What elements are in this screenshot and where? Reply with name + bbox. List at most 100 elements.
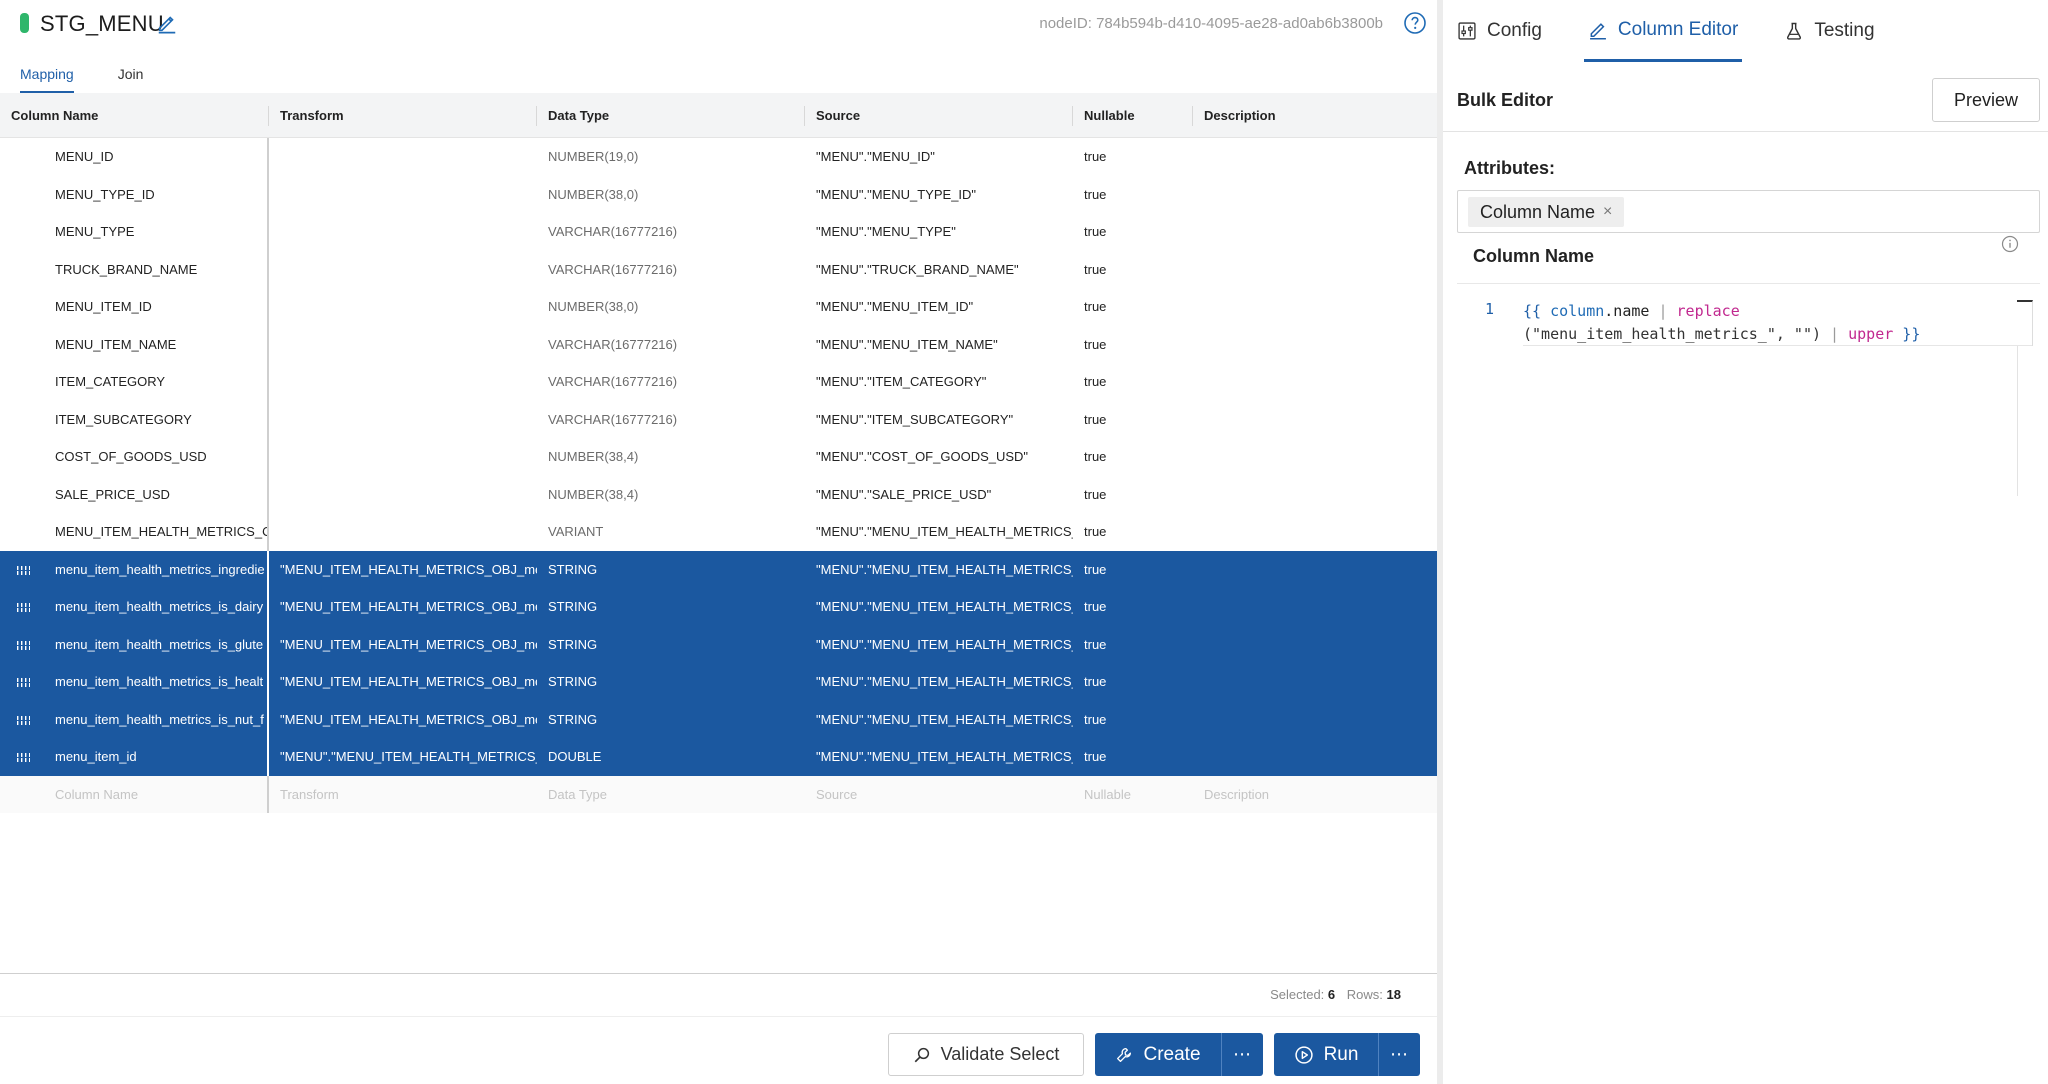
description-cell[interactable] (1193, 326, 1437, 364)
nullable-cell[interactable]: true (1073, 251, 1193, 289)
edit-pencil-icon[interactable] (156, 12, 178, 34)
nullable-cell[interactable]: true (1073, 738, 1193, 776)
drag-handle-icon[interactable] (17, 753, 30, 762)
transform-cell[interactable]: "MENU"."MENU_ITEM_HEALTH_METRICS_C (269, 738, 537, 776)
drag-handle-icon[interactable] (17, 715, 30, 725)
new-column-transform-input[interactable]: Transform (269, 776, 537, 814)
column-name-cell[interactable]: menu_item_health_metrics_is_dairy (0, 588, 269, 626)
description-cell[interactable] (1193, 138, 1437, 176)
table-row[interactable]: MENU_ID NUMBER(19,0) "MENU"."MENU_ID" true (0, 138, 1437, 176)
data-type-cell[interactable]: NUMBER(38,0) (537, 288, 805, 326)
description-cell[interactable] (1193, 663, 1437, 701)
table-row[interactable]: ITEM_CATEGORY VARCHAR(16777216) "MENU"."IT… (0, 363, 1437, 401)
description-cell[interactable] (1193, 288, 1437, 326)
header-data-type[interactable]: Data Type (537, 93, 805, 137)
table-row[interactable]: MENU_TYPE_ID NUMBER(38,0) "MENU"."MENU_TYP… (0, 175, 1437, 214)
nullable-cell[interactable]: true (1073, 588, 1193, 626)
column-name-cell[interactable]: TRUCK_BRAND_NAME (0, 250, 269, 288)
table-row[interactable]: ITEM_SUBCATEGORY VARCHAR(16777216) "MENU".… (0, 400, 1437, 439)
transform-cell[interactable] (269, 176, 537, 214)
drag-handle-icon[interactable] (17, 565, 30, 575)
column-name-cell[interactable]: ITEM_SUBCATEGORY (0, 400, 269, 438)
column-name-cell[interactable]: MENU_TYPE (0, 213, 269, 251)
column-name-cell[interactable]: MENU_ITEM_NAME (0, 325, 269, 363)
transform-cell[interactable] (269, 401, 537, 439)
header-description[interactable]: Description (1193, 93, 1437, 137)
transform-cell[interactable] (269, 363, 537, 401)
table-row[interactable]: SALE_PRICE_USD NUMBER(38,4) "MENU"."SALE_P… (0, 475, 1437, 514)
column-name-cell[interactable]: menu_item_health_metrics_is_glute (0, 625, 269, 663)
table-row[interactable]: MENU_ITEM_HEALTH_METRICS_OE VARIANT "MENU"… (0, 513, 1437, 551)
data-type-cell[interactable]: VARCHAR(16777216) (537, 213, 805, 251)
close-icon[interactable]: × (1603, 203, 1612, 221)
transform-cell[interactable]: "MENU_ITEM_HEALTH_METRICS_OBJ_mer (269, 701, 537, 739)
create-button[interactable]: Create (1095, 1033, 1221, 1076)
table-row[interactable]: MENU_TYPE VARCHAR(16777216) "MENU"."MENU_T… (0, 213, 1437, 251)
table-row[interactable]: COST_OF_GOODS_USD NUMBER(38,4) "MENU"."COS… (0, 438, 1437, 476)
source-cell[interactable]: "MENU"."COST_OF_GOODS_USD" (805, 438, 1073, 476)
new-column-row[interactable]: Column Name Transform Data Type Source N… (0, 775, 1437, 814)
tab-testing[interactable]: Testing (1780, 0, 1878, 62)
table-row[interactable]: TRUCK_BRAND_NAME VARCHAR(16777216) "MENU".… (0, 250, 1437, 289)
source-cell[interactable]: "MENU"."ITEM_CATEGORY" (805, 363, 1073, 401)
description-cell[interactable] (1193, 701, 1437, 739)
description-cell[interactable] (1193, 213, 1437, 251)
column-name-cell[interactable]: COST_OF_GOODS_USD (0, 438, 269, 476)
nullable-cell[interactable]: true (1073, 513, 1193, 551)
data-type-cell[interactable]: STRING (537, 588, 805, 626)
description-cell[interactable] (1193, 176, 1437, 214)
nullable-cell[interactable]: true (1073, 663, 1193, 701)
new-column-type-input[interactable]: Data Type (537, 776, 805, 814)
nullable-cell[interactable]: true (1073, 401, 1193, 439)
source-cell[interactable]: "MENU"."TRUCK_BRAND_NAME" (805, 251, 1073, 289)
data-type-cell[interactable]: VARIANT (537, 513, 805, 551)
nullable-cell[interactable]: true (1073, 138, 1193, 176)
editor-scrollbar[interactable] (2017, 346, 2018, 496)
transform-cell[interactable] (269, 251, 537, 289)
description-cell[interactable] (1193, 401, 1437, 439)
drag-handle-icon[interactable] (17, 640, 30, 650)
nullable-cell[interactable]: true (1073, 363, 1193, 401)
source-cell[interactable]: "MENU"."MENU_TYPE" (805, 213, 1073, 251)
data-type-cell[interactable]: VARCHAR(16777216) (537, 363, 805, 401)
data-type-cell[interactable]: VARCHAR(16777216) (537, 401, 805, 439)
header-nullable[interactable]: Nullable (1073, 93, 1193, 137)
description-cell[interactable] (1193, 438, 1437, 476)
transform-cell[interactable] (269, 438, 537, 476)
transform-cell[interactable]: "MENU_ITEM_HEALTH_METRICS_OBJ_mer (269, 551, 537, 589)
description-cell[interactable] (1193, 476, 1437, 514)
data-type-cell[interactable]: VARCHAR(16777216) (537, 251, 805, 289)
header-transform[interactable]: Transform (269, 93, 537, 137)
column-name-cell[interactable]: menu_item_id (0, 738, 269, 776)
data-type-cell[interactable]: STRING (537, 551, 805, 589)
nullable-cell[interactable]: true (1073, 326, 1193, 364)
new-column-description-input[interactable]: Description (1193, 776, 1437, 814)
nullable-cell[interactable]: true (1073, 438, 1193, 476)
source-cell[interactable]: "MENU"."MENU_ITEM_HEALTH_METRICS_C (805, 701, 1073, 739)
transform-cell[interactable]: "MENU_ITEM_HEALTH_METRICS_OBJ_mer (269, 588, 537, 626)
transform-cell[interactable] (269, 476, 537, 514)
code-text[interactable]: {{ column.name | replace ("menu_item_heal… (1523, 300, 1993, 346)
description-cell[interactable] (1193, 588, 1437, 626)
code-editor[interactable]: 1 {{ column.name | replace ("menu_item_he… (1457, 296, 2033, 501)
source-cell[interactable]: "MENU"."MENU_ITEM_ID" (805, 288, 1073, 326)
nullable-cell[interactable]: true (1073, 626, 1193, 664)
header-column-name[interactable]: Column Name (0, 93, 269, 137)
table-row[interactable]: menu_item_health_metrics_ingredie "MENU_I… (0, 550, 1437, 589)
column-name-cell[interactable]: MENU_TYPE_ID (0, 175, 269, 213)
transform-cell[interactable]: "MENU_ITEM_HEALTH_METRICS_OBJ_mer (269, 663, 537, 701)
validate-select-button[interactable]: Validate Select (888, 1033, 1084, 1076)
source-cell[interactable]: "MENU"."MENU_ITEM_HEALTH_METRICS_C (805, 551, 1073, 589)
data-type-cell[interactable]: VARCHAR(16777216) (537, 326, 805, 364)
new-column-source-input[interactable]: Source (805, 776, 1073, 814)
nullable-cell[interactable]: true (1073, 213, 1193, 251)
description-cell[interactable] (1193, 251, 1437, 289)
drag-handle-icon[interactable] (17, 603, 30, 612)
tab-mapping[interactable]: Mapping (20, 60, 74, 94)
table-row[interactable]: MENU_ITEM_ID NUMBER(38,0) "MENU"."MENU_ITE… (0, 288, 1437, 326)
nullable-cell[interactable]: true (1073, 701, 1193, 739)
nullable-cell[interactable]: true (1073, 176, 1193, 214)
data-type-cell[interactable]: NUMBER(38,0) (537, 176, 805, 214)
column-name-cell[interactable]: MENU_ID (0, 138, 269, 176)
transform-cell[interactable] (269, 138, 537, 176)
